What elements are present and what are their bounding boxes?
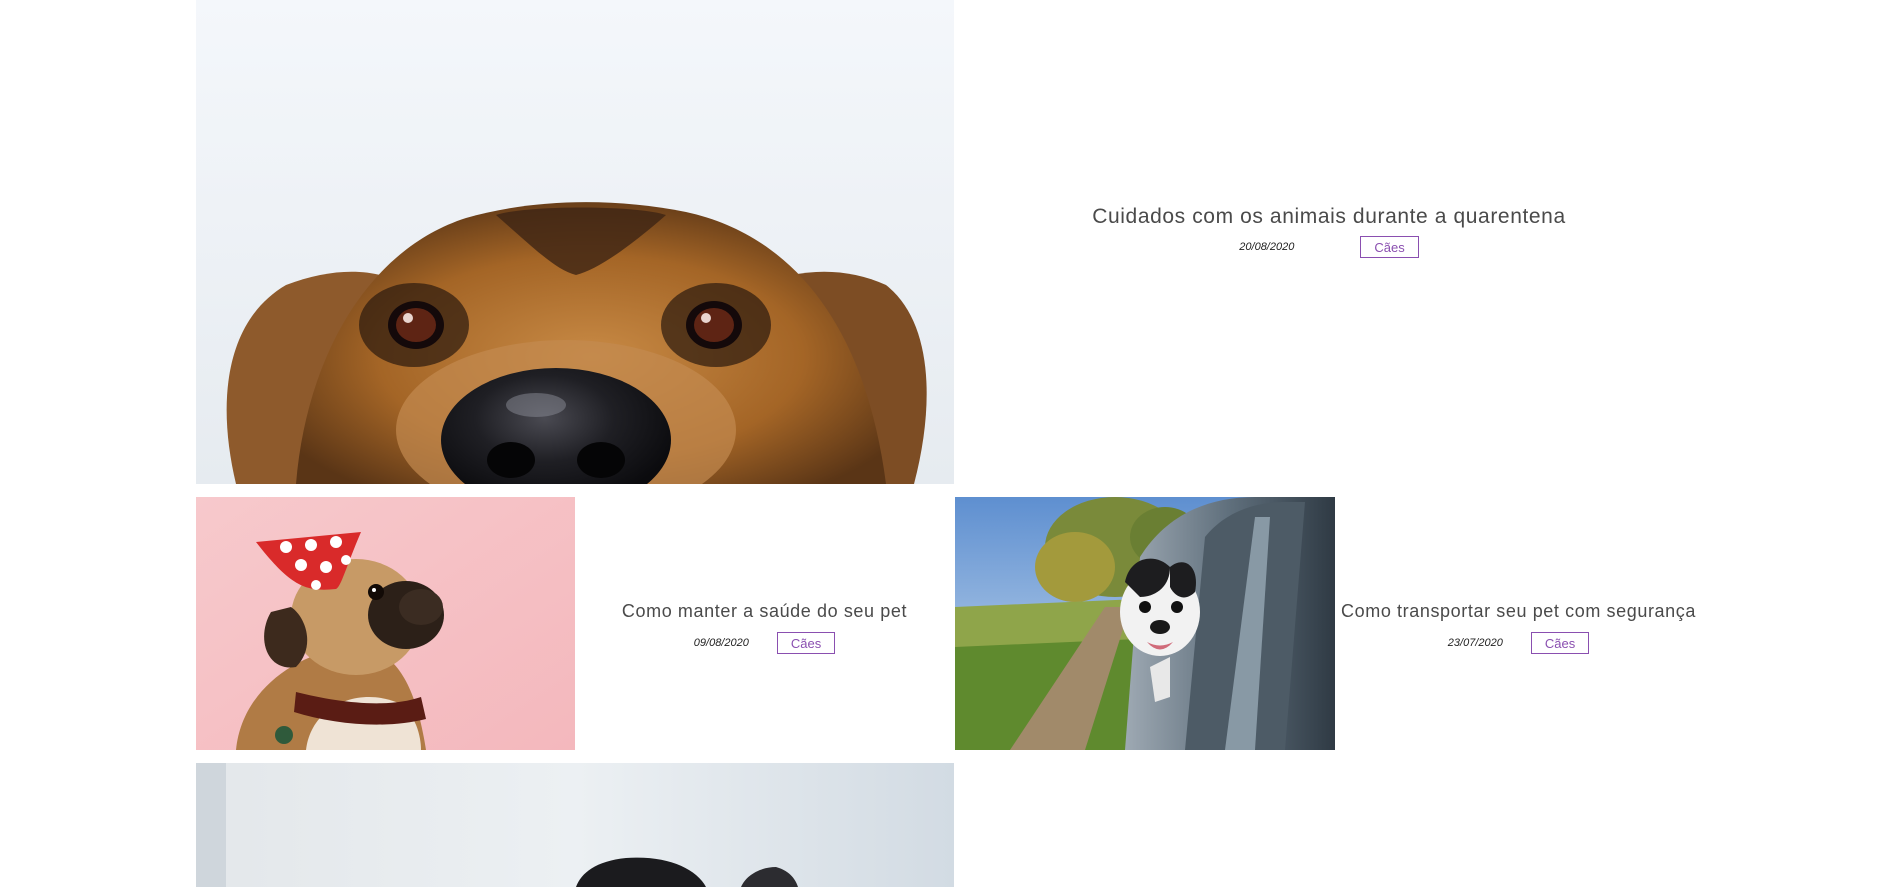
post-title[interactable]: Como manter a saúde do seu pet (575, 601, 954, 622)
post-image-dog-car-window[interactable] (955, 497, 1335, 750)
post-date: 20/08/2020 (1239, 241, 1295, 253)
blog-post-grid: Cuidados com os animais durante a quaren… (0, 0, 1900, 887)
category-tag-button[interactable]: Cães (776, 632, 836, 654)
post-card-2: Como manter a saúde do seu pet 09/08/202… (575, 601, 954, 654)
post-image-pug-party-hat[interactable] (196, 497, 575, 750)
category-tag-button[interactable]: Cães (1360, 236, 1419, 258)
post-title[interactable]: Cuidados com os animais durante a quaren… (954, 205, 1704, 229)
post-image-dog-partial[interactable] (196, 763, 954, 887)
post-date: 09/08/2020 (693, 637, 749, 649)
post-image-dog-closeup[interactable] (196, 0, 954, 484)
post-card-3: Como transportar seu pet com segurança 2… (1335, 601, 1702, 654)
post-meta: 20/08/2020 Cães (954, 236, 1704, 258)
post-title[interactable]: Como transportar seu pet com segurança (1335, 601, 1702, 622)
category-tag-button[interactable]: Cães (1530, 632, 1590, 654)
post-date: 23/07/2020 (1447, 637, 1503, 649)
post-meta: 09/08/2020 Cães (575, 632, 954, 654)
post-card-1: Cuidados com os animais durante a quaren… (954, 205, 1704, 258)
post-meta: 23/07/2020 Cães (1335, 632, 1702, 654)
